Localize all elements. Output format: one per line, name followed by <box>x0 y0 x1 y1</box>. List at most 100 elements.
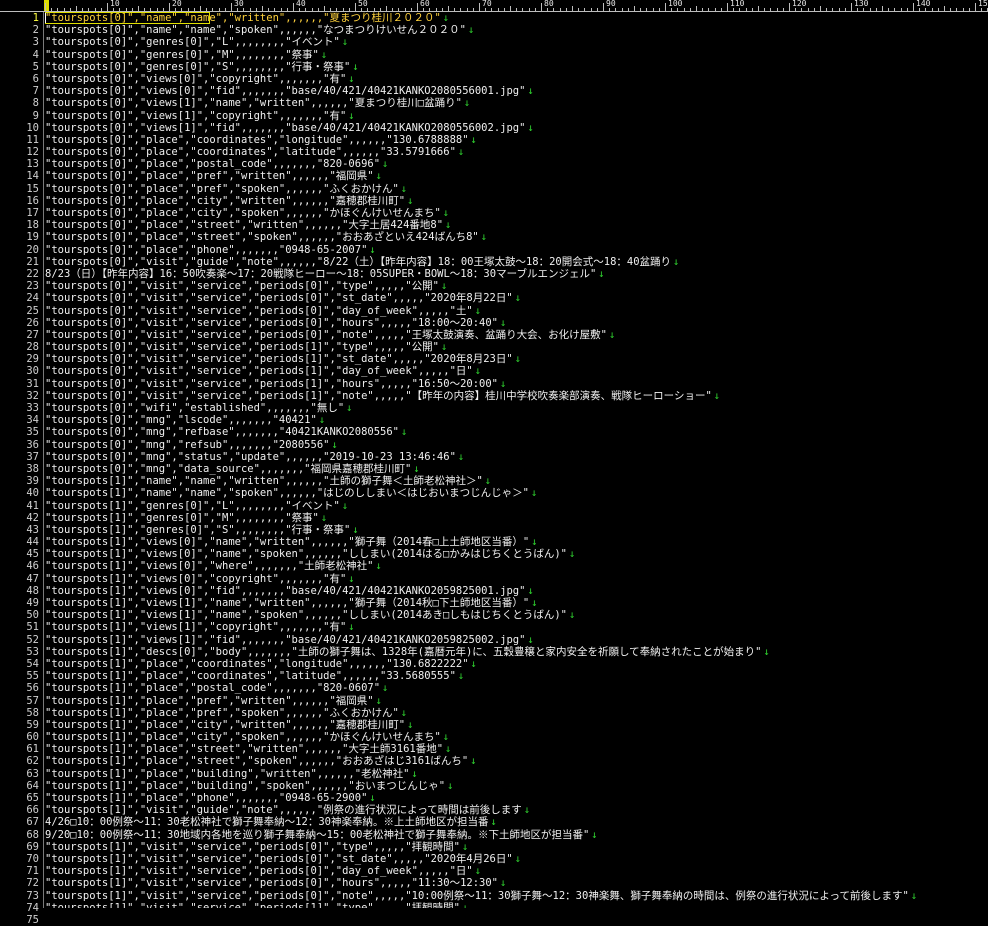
text-line[interactable]: "tourspots[1]","place","coordinates","lo… <box>45 658 988 670</box>
text-line[interactable]: "tourspots[0]","visit","service","period… <box>45 365 988 377</box>
text-line[interactable]: "tourspots[0]","visit","service","period… <box>45 341 988 353</box>
text-line[interactable]: "tourspots[1]","views[1]","name","writte… <box>45 597 988 609</box>
line-break-icon: ↓ <box>569 609 576 622</box>
ruler-label: 130 <box>853 0 870 8</box>
text-line[interactable]: "tourspots[0]","visit","guide","note",,,… <box>45 256 988 268</box>
text-line[interactable]: "tourspots[1]","place","pref","spoken",,… <box>45 707 988 719</box>
text-line[interactable]: "tourspots[0]","visit","service","period… <box>45 280 988 292</box>
text-line[interactable]: "tourspots[0]","genres[0]","M",,,,,,,,"祭… <box>45 49 988 61</box>
line-break-icon: ↓ <box>348 109 355 122</box>
text-line[interactable]: "tourspots[0]","place","street","spoken"… <box>45 231 988 243</box>
text-line[interactable]: "tourspots[1]","place","city","written",… <box>45 719 988 731</box>
text-line[interactable]: "tourspots[0]","visit","service","period… <box>45 390 988 402</box>
text-line[interactable]: "tourspots[0]","place","pref","written",… <box>45 170 988 182</box>
line-text: "tourspots[1]","place","building","spoke… <box>45 779 446 792</box>
text-line[interactable]: "tourspots[1]","name","name","spoken",,,… <box>45 487 988 499</box>
text-line[interactable]: "tourspots[1]","views[0]","name","writte… <box>45 536 988 548</box>
text-line[interactable]: "tourspots[0]","place","street","written… <box>45 219 988 231</box>
ruler-tick <box>739 8 741 11</box>
text-line[interactable]: "tourspots[0]","mng","data_source",,,,,,… <box>45 463 988 475</box>
line-number: 40 <box>26 487 39 500</box>
text-line[interactable]: "tourspots[0]","views[1]","name","writte… <box>45 97 988 109</box>
text-line[interactable]: "tourspots[1]","descs[0]","body",,,,,,,"… <box>45 646 988 658</box>
text-line[interactable]: "tourspots[1]","place","coordinates","la… <box>45 670 988 682</box>
text-line[interactable]: "tourspots[1]","visit","guide","note",,,… <box>45 804 988 816</box>
text-line[interactable]: "tourspots[0]","views[0]","fid",,,,,,,"b… <box>45 85 988 97</box>
text-line[interactable]: "tourspots[0]","mng","refbase",,,,,,,"40… <box>45 426 988 438</box>
text-line[interactable]: "tourspots[0]","visit","service","period… <box>45 329 988 341</box>
line-number: 71 <box>26 865 39 878</box>
ruler-tick <box>547 8 549 11</box>
text-line[interactable]: "tourspots[0]","place","coordinates","lo… <box>45 134 988 146</box>
text-line[interactable]: "tourspots[1]","place","building","writt… <box>45 768 988 780</box>
text-line[interactable]: "tourspots[1]","place","street","written… <box>45 743 988 755</box>
text-line[interactable]: "tourspots[1]","views[1]","copyright",,,… <box>45 621 988 633</box>
text-line[interactable]: "tourspots[0]","visit","service","period… <box>45 353 988 365</box>
text-line[interactable]: "tourspots[0]","place","phone",,,,,,,"09… <box>45 244 988 256</box>
text-line[interactable]: "tourspots[1]","views[0]","name","spoken… <box>45 548 988 560</box>
text-line[interactable]: "tourspots[1]","views[0]","where",,,,,,,… <box>45 560 988 572</box>
text-line[interactable]: 9/20□10：00例祭～11：30地域内各地を巡り獅子舞奉納～15：00老松神… <box>45 829 988 841</box>
text-line[interactable]: "tourspots[0]","views[0]","copyright",,,… <box>45 73 988 85</box>
text-line[interactable]: "tourspots[0]","views[1]","fid",,,,,,,"b… <box>45 122 988 134</box>
text-line[interactable]: "tourspots[0]","place","pref","spoken",,… <box>45 183 988 195</box>
text-line[interactable]: 8/23（日）【昨年内容】16：50吹奏楽～17：20戦隊ヒーロー～18：05S… <box>45 268 988 280</box>
ruler-tick <box>621 8 623 11</box>
text-editor-area[interactable]: "tourspots[0]","name","name","written",,… <box>45 12 988 908</box>
text-line[interactable]: "tourspots[0]","visit","service","period… <box>45 292 988 304</box>
text-line[interactable]: "tourspots[1]","visit","service","period… <box>45 865 988 877</box>
text-line[interactable]: "tourspots[0]","place","city","written",… <box>45 195 988 207</box>
text-line[interactable]: "tourspots[1]","views[0]","copyright",,,… <box>45 573 988 585</box>
line-text: "tourspots[1]","views[1]","fid",,,,,,,"b… <box>45 633 526 646</box>
text-line[interactable]: "tourspots[0]","visit","service","period… <box>45 378 988 390</box>
ruler-tick <box>138 6 139 11</box>
text-line[interactable]: "tourspots[1]","genres[0]","S",,,,,,,,"行… <box>45 524 988 536</box>
ruler-label: 60 <box>419 0 431 8</box>
ruler-tick <box>485 8 487 11</box>
text-line[interactable]: "tourspots[0]","genres[0]","L",,,,,,,,"イ… <box>45 36 988 48</box>
text-line[interactable]: "tourspots[1]","place","phone",,,,,,,"09… <box>45 792 988 804</box>
text-line[interactable]: "tourspots[1]","place","city","spoken",,… <box>45 731 988 743</box>
text-line[interactable]: "tourspots[0]","genres[0]","S",,,,,,,,"行… <box>45 61 988 73</box>
text-line[interactable]: "tourspots[0]","place","coordinates","la… <box>45 146 988 158</box>
text-line[interactable]: "tourspots[0]","mng","lscode",,,,,,,"404… <box>45 414 988 426</box>
text-line[interactable]: "tourspots[1]","place","pref","written",… <box>45 695 988 707</box>
text-line[interactable]: "tourspots[1]","visit","service","period… <box>45 841 988 853</box>
text-line[interactable]: "tourspots[1]","visit","service","period… <box>45 902 988 908</box>
text-line[interactable]: "tourspots[0]","place","postal_code",,,,… <box>45 158 988 170</box>
text-line[interactable]: "tourspots[1]","views[1]","name","spoken… <box>45 609 988 621</box>
ruler-tick <box>231 3 232 11</box>
line-text: "tourspots[1]","visit","service","period… <box>45 840 460 853</box>
text-line[interactable]: "tourspots[1]","place","building","spoke… <box>45 780 988 792</box>
text-line[interactable]: "tourspots[1]","visit","service","period… <box>45 890 988 902</box>
text-line[interactable]: "tourspots[1]","place","postal_code",,,,… <box>45 682 988 694</box>
line-number: 34 <box>26 414 39 427</box>
text-line[interactable]: "tourspots[1]","genres[0]","M",,,,,,,,"祭… <box>45 512 988 524</box>
text-line[interactable]: "tourspots[0]","mng","status","update",,… <box>45 451 988 463</box>
text-line[interactable]: "tourspots[0]","mng","refsub",,,,,,,"208… <box>45 439 988 451</box>
line-break-icon: ↓ <box>514 852 522 865</box>
text-line[interactable]: "tourspots[1]","genres[0]","L",,,,,,,,"イ… <box>45 500 988 512</box>
text-line[interactable]: "tourspots[0]","visit","service","period… <box>45 305 988 317</box>
text-line[interactable]: "tourspots[1]","place","street","spoken"… <box>45 755 988 767</box>
text-line[interactable]: "tourspots[0]","visit","service","period… <box>45 317 988 329</box>
text-line[interactable]: "tourspots[1]","name","name","written",,… <box>45 475 988 487</box>
line-break-icon: ↓ <box>352 60 359 73</box>
line-number: 11 <box>26 133 39 146</box>
text-line[interactable]: 4/26□10：00例祭～11：30老松神社で獅子舞奉納～12：30神楽奉納。※… <box>45 816 988 828</box>
line-text: "tourspots[1]","place","pref","spoken",,… <box>45 706 399 719</box>
line-break-icon: ↓ <box>910 889 918 902</box>
text-line[interactable]: "tourspots[0]","views[1]","copyright",,,… <box>45 110 988 122</box>
text-line[interactable]: "tourspots[1]","visit","service","period… <box>45 877 988 889</box>
text-line[interactable]: "tourspots[1]","visit","service","period… <box>45 853 988 865</box>
text-line[interactable]: "tourspots[0]","name","name","spoken",,,… <box>45 24 988 36</box>
text-line[interactable]: "tourspots[1]","views[1]","fid",,,,,,,"b… <box>45 634 988 646</box>
ruler-tick <box>931 8 933 11</box>
ruler-tick <box>100 8 102 11</box>
text-line[interactable]: "tourspots[1]","views[0]","fid",,,,,,,"b… <box>45 585 988 597</box>
ruler-tick <box>429 8 431 11</box>
text-line[interactable]: "tourspots[0]","place","city","spoken",,… <box>45 207 988 219</box>
line-number: 45 <box>26 548 39 561</box>
text-line[interactable]: "tourspots[0]","wifi","established",,,,,… <box>45 402 988 414</box>
text-line[interactable]: "tourspots[0]","name","name","written",,… <box>45 12 988 24</box>
